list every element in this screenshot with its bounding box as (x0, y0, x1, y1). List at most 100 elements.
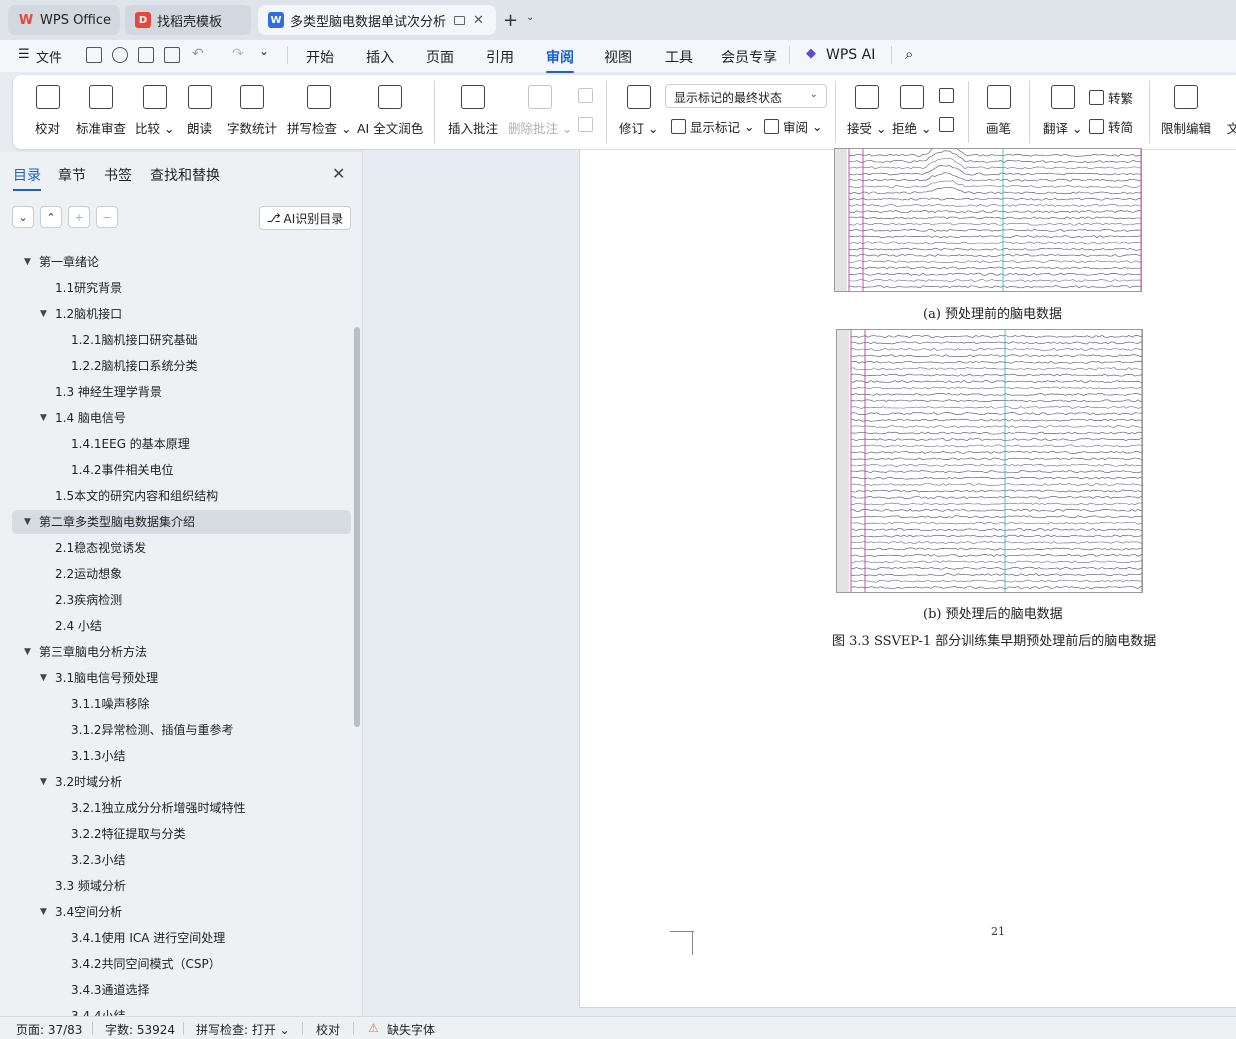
chevron-down-icon[interactable]: ⌄ (259, 44, 269, 58)
menu-file[interactable]: 文件 (36, 47, 62, 66)
print-icon[interactable] (138, 47, 154, 63)
proof-status[interactable]: 校对 (316, 1021, 340, 1038)
read-aloud-button[interactable]: 朗读 (187, 85, 212, 137)
new-tab-icon[interactable]: + (503, 10, 518, 31)
toc-item[interactable]: 1.1研究背景 (0, 276, 352, 300)
expand-triangle-icon[interactable]: ▼ (40, 666, 47, 690)
ai-recognize-toc-button[interactable]: ⎇ AI识别目录 (259, 206, 351, 230)
toc-item[interactable]: 3.4.4小结 (0, 1004, 352, 1016)
toc-item[interactable]: 1.5本文的研究内容和组织结构 (0, 484, 352, 508)
save-icon[interactable] (86, 47, 102, 63)
to-traditional-button[interactable]: 转繁 (1089, 88, 1133, 107)
close-icon[interactable]: ✕ (473, 13, 484, 28)
track-changes-button[interactable]: 修订 ⌄ (619, 85, 658, 137)
toc-item[interactable]: 1.2.2脑机接口系统分类 (0, 354, 352, 378)
tab-bookmarks[interactable]: 书签 (104, 165, 132, 185)
menu-insert[interactable]: 插入 (366, 47, 394, 67)
review-pane-button[interactable]: 审阅 ⌄ (764, 117, 822, 136)
undo-icon[interactable]: ↶ (192, 46, 204, 62)
insert-comment-button[interactable]: 插入批注 (448, 85, 498, 137)
toc-item[interactable]: ▼ 第一章绪论 (0, 250, 352, 274)
toc-scrollbar[interactable] (354, 327, 360, 727)
spell-check-status[interactable]: 拼写检查: 打开 ⌄ (196, 1021, 290, 1038)
toc-item[interactable]: 3.1.1噪声移除 (0, 692, 352, 716)
toc-item[interactable]: 3.2.3小结 (0, 848, 352, 872)
prev-change-icon[interactable] (939, 88, 958, 103)
expand-triangle-icon[interactable]: ▼ (40, 770, 47, 794)
close-icon[interactable]: ✕ (332, 164, 345, 183)
word-count[interactable]: 字数: 53924 (105, 1021, 175, 1038)
menu-reference[interactable]: 引用 (486, 47, 514, 67)
missing-font[interactable]: 缺失字体 (387, 1021, 435, 1038)
reject-button[interactable]: 拒绝 ⌄ (892, 85, 931, 137)
translate-button[interactable]: 翻译 ⌄ (1043, 85, 1082, 137)
expand-triangle-icon[interactable]: ▼ (40, 302, 47, 326)
menu-wps-ai[interactable]: WPS AI (826, 47, 875, 63)
toc-item[interactable]: ▼ 第二章多类型脑电数据集介绍 (12, 510, 351, 534)
toc-item[interactable]: 3.2.1独立成分分析增强时域特性 (0, 796, 352, 820)
tab-toc[interactable]: 目录 (13, 165, 41, 191)
expand-triangle-icon[interactable]: ▼ (24, 640, 31, 664)
restrict-edit-button[interactable]: 限制编辑 (1161, 85, 1211, 137)
toc-item[interactable]: 2.4 小结 (0, 614, 352, 638)
toc-item[interactable]: 1.4.1EEG 的基本原理 (0, 432, 352, 456)
ai-polish-button[interactable]: AI 全文润色 (357, 85, 423, 137)
tab-wps-office[interactable]: W WPS Office (8, 5, 120, 35)
toc-item[interactable]: ▼ 3.2时域分析 (0, 770, 352, 794)
toc-item[interactable]: 3.4.1使用 ICA 进行空间处理 (0, 926, 352, 950)
toc-item[interactable]: ▼ 第三章脑电分析方法 (0, 640, 352, 664)
pen-button[interactable]: 画笔 (986, 85, 1011, 137)
toc-item[interactable]: 3.1.3小结 (0, 744, 352, 768)
toc-item[interactable]: ▼ 3.1脑电信号预处理 (0, 666, 352, 690)
print-preview-icon[interactable] (164, 47, 180, 63)
tab-document[interactable]: W 多类型脑电数据单试次分析的 ✕ (258, 5, 496, 35)
expand-triangle-icon[interactable]: ▼ (24, 250, 31, 274)
delete-comment-button[interactable]: 删除批注 ⌄ (508, 85, 572, 137)
proof-button[interactable]: 校对 (35, 85, 60, 137)
prev-comment-icon[interactable] (578, 88, 597, 103)
doc-button[interactable]: 文 (1221, 85, 1236, 137)
hamburger-icon[interactable]: ☰ (18, 47, 30, 62)
add-level-button[interactable]: + (68, 206, 90, 228)
toc-item[interactable]: 3.2.2特征提取与分类 (0, 822, 352, 846)
toc-item[interactable]: 1.4.2事件相关电位 (0, 458, 352, 482)
remove-level-button[interactable]: − (96, 206, 118, 228)
toc-item[interactable]: 3.4.2共同空间模式（CSP） (0, 952, 352, 976)
collapse-all-button[interactable]: ⌃ (40, 206, 62, 228)
toc-item[interactable]: 2.3疾病检测 (0, 588, 352, 612)
tab-template[interactable]: D 找稻壳模板 (125, 5, 251, 35)
menu-member[interactable]: 会员专享 (721, 47, 777, 67)
toc-item[interactable]: 2.1稳态视觉诱发 (0, 536, 352, 560)
standard-review-button[interactable]: 标准审查 (76, 85, 126, 137)
search-icon[interactable]: ⌕ (905, 45, 913, 63)
menu-view[interactable]: 视图 (604, 47, 632, 67)
menu-page[interactable]: 页面 (426, 47, 454, 67)
menu-start[interactable]: 开始 (306, 47, 334, 67)
next-comment-icon[interactable] (578, 117, 597, 132)
expand-triangle-icon[interactable]: ▼ (24, 510, 31, 534)
toc-item[interactable]: ▼ 1.4 脑电信号 (0, 406, 352, 430)
expand-all-button[interactable]: ⌄ (12, 206, 34, 228)
export-icon[interactable] (112, 47, 128, 63)
menu-review[interactable]: 审阅 (546, 47, 574, 73)
tab-find-replace[interactable]: 查找和替换 (150, 165, 220, 185)
tab-sections[interactable]: 章节 (58, 165, 86, 185)
toc-item[interactable]: ▼ 3.4空间分析 (0, 900, 352, 924)
toc-item[interactable]: 3.3 频域分析 (0, 874, 352, 898)
markup-state-select[interactable]: 显示标记的最终状态 ⌄ (665, 84, 827, 108)
accept-button[interactable]: 接受 ⌄ (847, 85, 886, 137)
toc-item[interactable]: 3.1.2异常检测、插值与重参考 (0, 718, 352, 742)
toc-item[interactable]: 1.3 神经生理学背景 (0, 380, 352, 404)
toc-item[interactable]: 3.4.3通道选择 (0, 978, 352, 1002)
next-change-icon[interactable] (939, 117, 958, 132)
compare-button[interactable]: 比较 ⌄ (135, 85, 174, 137)
show-markup-button[interactable]: 显示标记 ⌄ (671, 117, 754, 136)
expand-triangle-icon[interactable]: ▼ (40, 900, 47, 924)
menu-tools[interactable]: 工具 (665, 47, 693, 67)
toc-item[interactable]: ▼ 1.2脑机接口 (0, 302, 352, 326)
toc-item[interactable]: 1.2.1脑机接口研究基础 (0, 328, 352, 352)
spell-check-button[interactable]: 拼写检查 ⌄ (287, 85, 351, 137)
redo-icon[interactable]: ↷ (232, 46, 244, 62)
expand-triangle-icon[interactable]: ▼ (40, 406, 47, 430)
chevron-down-icon[interactable]: ⌄ (526, 12, 534, 23)
